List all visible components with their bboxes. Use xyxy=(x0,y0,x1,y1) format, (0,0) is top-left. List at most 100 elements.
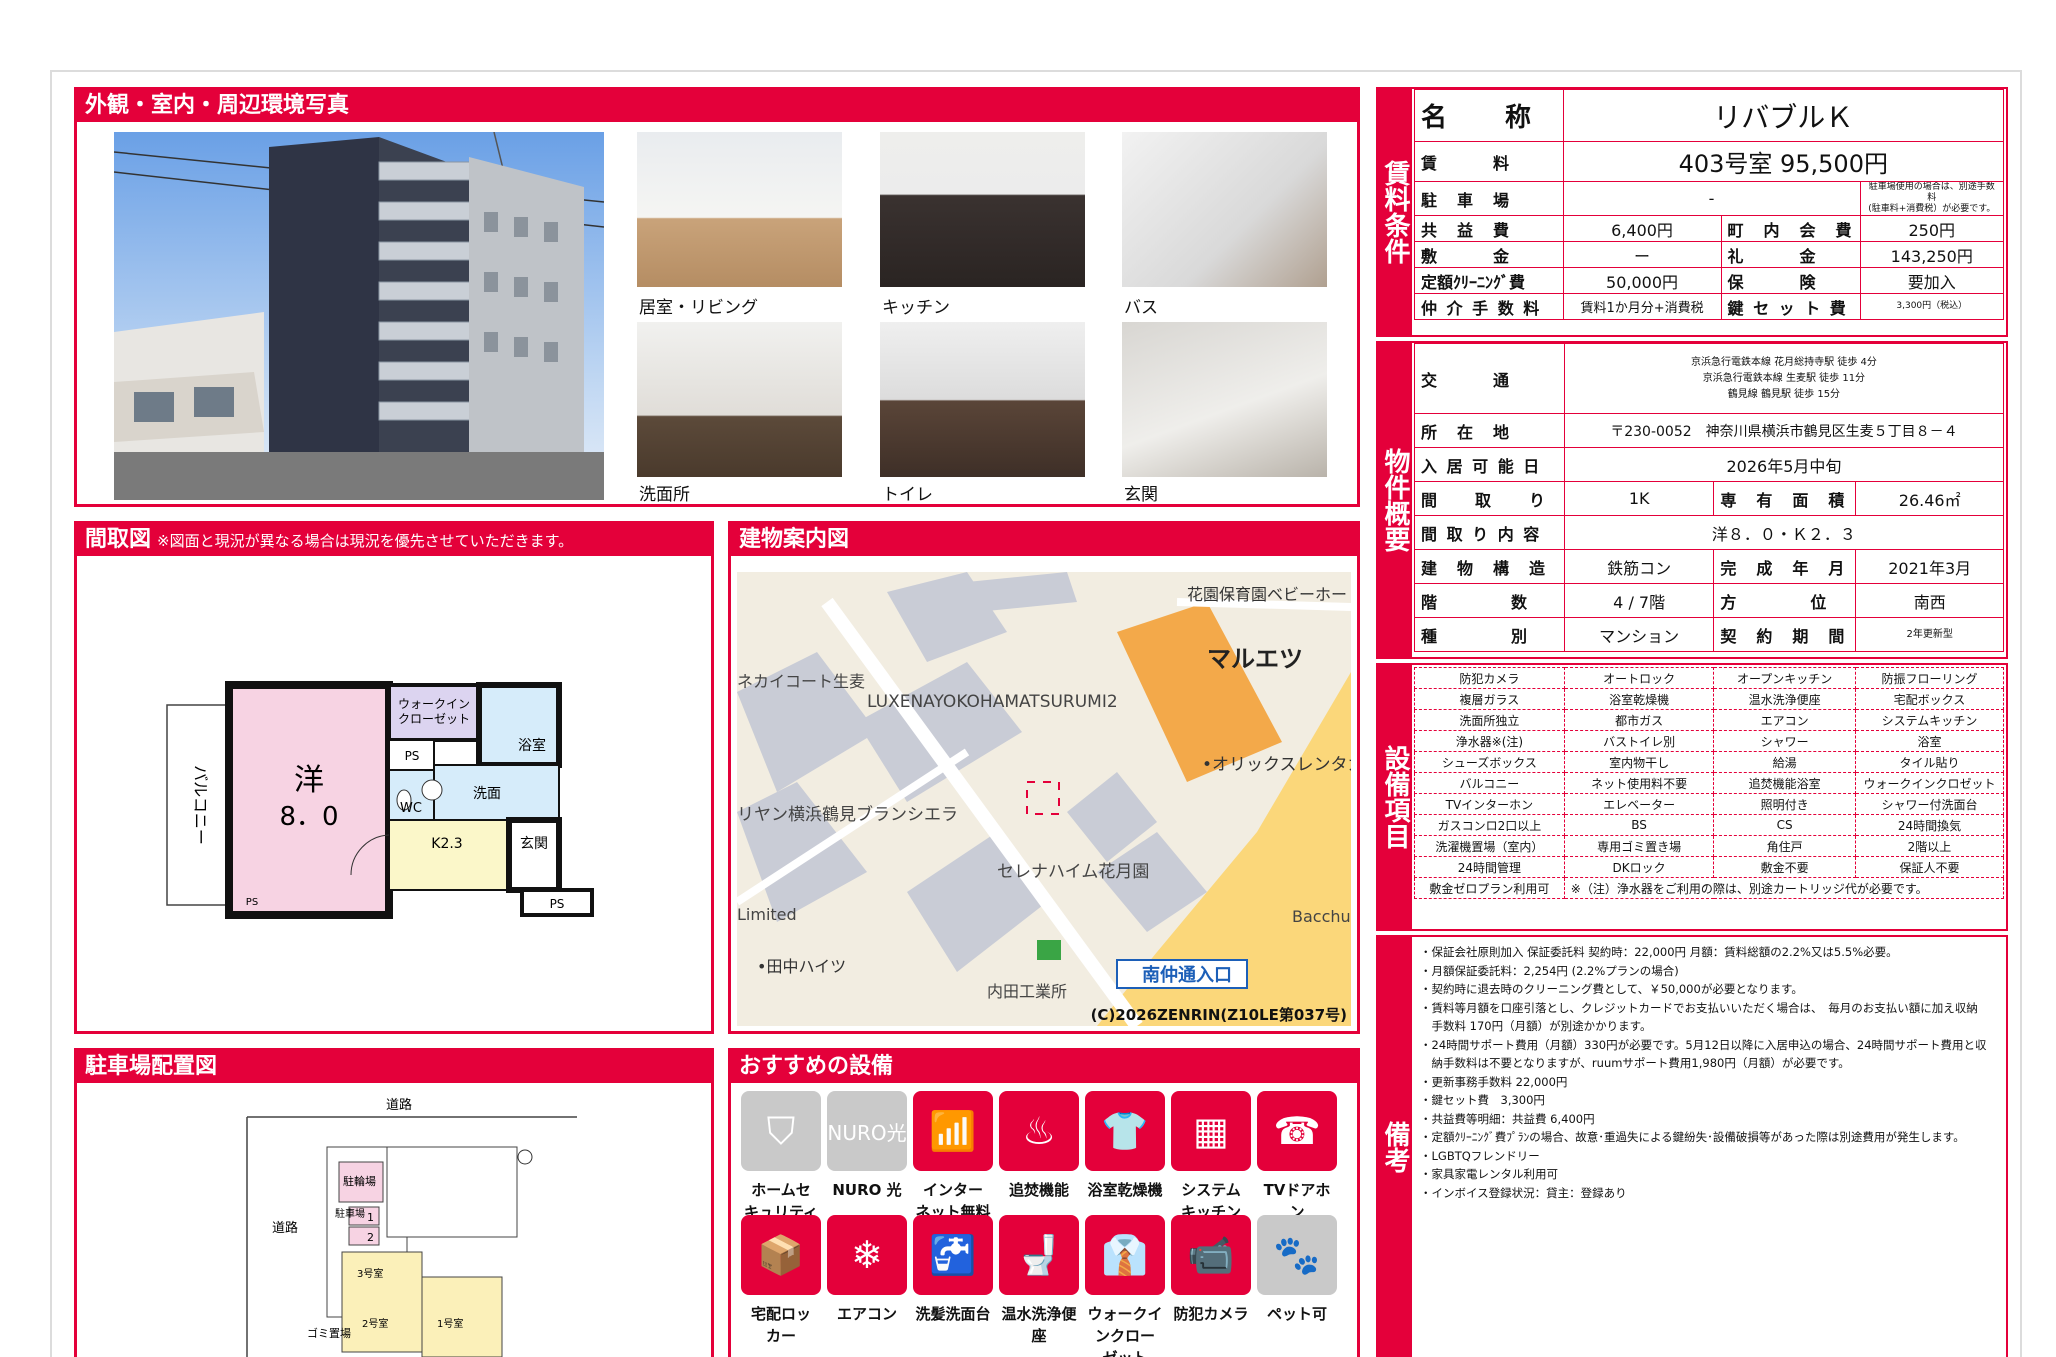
intercom-icon: ☎ xyxy=(1257,1091,1337,1171)
property-side-title: 物件概要 xyxy=(1378,343,1412,657)
equipment-cell: ネット使用料不要 xyxy=(1563,772,1715,794)
equipment-note: ※（注）浄水器をご利用の際は、別途カートリッジ代が必要です。 xyxy=(1563,877,2005,899)
equipment-cell: 2階以上 xyxy=(1855,835,2004,857)
equipment-cell: シャワー付洗面台 xyxy=(1855,793,2004,815)
fp-room: 洋 xyxy=(294,763,324,798)
equipment-cell: ウォークインクロゼット xyxy=(1855,772,2004,794)
photos-title: 外観・室内・周辺環境写真 xyxy=(77,90,1357,122)
recommended-item-label: NURO 光 xyxy=(832,1181,902,1199)
map-drawing: 花園保育園ベビーホー マルエツ ネカイコート生麦 LUXENAYOKOHAMAT… xyxy=(737,572,1351,1026)
key-money-value: 143,250円 xyxy=(1859,241,2005,268)
equipment-cell: 温水洗浄便座 xyxy=(1713,688,1856,710)
floor-label: 階 数 xyxy=(1414,583,1565,618)
town-fee-value: 250円 xyxy=(1859,215,2005,242)
direction-value: 南西 xyxy=(1855,583,2004,618)
parking-road-top: 道路 xyxy=(386,1097,412,1113)
building-illustration xyxy=(114,132,604,500)
photo-toilet[interactable] xyxy=(880,322,1085,477)
equipment-cell: システムキッチン xyxy=(1855,709,2004,731)
contract-value: 2年更新型 xyxy=(1855,617,2004,652)
equipment-panel: 設備項目 防犯カメラ オートロック オープンキッチン 防振フローリング 複層ガラス 浴室乾… xyxy=(1376,663,2008,931)
parking-room2: 2号室 xyxy=(362,1317,388,1330)
keyset-label: 鍵 セ ッ ト 費 xyxy=(1720,293,1861,320)
remark-line: ・月額保証委託料：2,254円 (2.2%プランの場合) xyxy=(1420,963,1679,978)
type-label: 種 別 xyxy=(1414,617,1565,652)
map-label-cat: ネカイコート生麦 xyxy=(737,672,865,691)
equipment-cell: バストイレ別 xyxy=(1563,730,1715,752)
equipment-cell: 防振フローリング xyxy=(1855,667,2004,689)
layout-detail-value: 洋８．０・Ｋ２．３ xyxy=(1563,515,2005,550)
fp-washroom: 洗面 xyxy=(473,786,501,802)
fp-closet: ウォークイン xyxy=(398,697,470,711)
photo-kitchen[interactable] xyxy=(880,132,1085,287)
kitchen-icon: ▦ xyxy=(1171,1091,1251,1171)
caption-living: 居室・リビング xyxy=(639,298,758,318)
equipment-cell: 室内物干し xyxy=(1563,751,1715,773)
recommended-item: 📶 インター ネット無料 xyxy=(913,1091,993,1223)
recommended-item-label: 追焚機能 xyxy=(1008,1181,1069,1199)
floorplan-drawing[interactable]: バルコニー 洋 8．0 ウォークイン クローゼット 浴室 PS WC 洗面 K2… xyxy=(77,560,711,1030)
insurance-label: 保 険 xyxy=(1720,267,1861,294)
type-value: マンション xyxy=(1563,617,1715,652)
town-fee-label: 町 内 会 費 xyxy=(1720,215,1861,242)
area-label: 専 有 面 積 xyxy=(1713,481,1857,516)
equipment-table: 防犯カメラ オートロック オープンキッチン 防振フローリング 複層ガラス 浴室乾燥機 温水洗… xyxy=(1414,667,2005,899)
equipment-row: 敷金ゼロプラン利用可 ※（注）浄水器をご利用の際は、別途カートリッジ代が必要です。 xyxy=(1414,877,2005,899)
insurance-value: 要加入 xyxy=(1859,267,2005,294)
equipment-row: 洗濯機置場（室内） 専用ゴミ置き場 角住戸 2階以上 xyxy=(1414,835,2004,857)
equipment-cell: 都市ガス xyxy=(1563,709,1715,731)
floor-value: 4 / 7階 xyxy=(1563,583,1715,618)
recommended-item-label: 防犯カメラ xyxy=(1173,1305,1249,1323)
building-photo[interactable] xyxy=(114,132,604,500)
recommended-item: ▦ システム キッチン xyxy=(1171,1091,1251,1223)
rent-side-title: 賃料条件 xyxy=(1378,89,1412,335)
recommended-item: 📹 防犯カメラ xyxy=(1171,1215,1251,1325)
parking-value: - xyxy=(1562,181,1861,216)
parking-garbage: ゴミ置場 xyxy=(307,1326,351,1340)
equipment-row: バルコニー ネット使用料不要 追焚機能浴室 ウォークインクロゼット xyxy=(1414,772,2004,794)
parking-room1: 1号室 xyxy=(437,1317,463,1330)
area-map[interactable]: 花園保育園ベビーホー マルエツ ネカイコート生麦 LUXENAYOKOHAMAT… xyxy=(737,572,1351,1026)
photo-living[interactable] xyxy=(637,132,842,287)
equipment-cell: 洗面所独立 xyxy=(1414,709,1565,731)
remark-line: ・鍵セット費 3,300円 xyxy=(1420,1093,1545,1107)
remark-line: ・契約時に退去時のクリーニング費として、￥50,000が必要となります。 xyxy=(1420,982,1803,996)
floorplan-note: ※図面と現況が異なる場合は現況を優先させていただきます。 xyxy=(157,532,574,550)
map-label-sereno: リヤン横浜鶴見ブランシエラ xyxy=(737,804,958,825)
cleaning-label: 定額ｸﾘｰﾆﾝｸﾞ費 xyxy=(1414,267,1564,294)
map-label-uchida: 内田工業所 xyxy=(987,982,1067,1001)
photo-bath[interactable] xyxy=(1122,132,1327,287)
equipment-cell: 角住戸 xyxy=(1713,835,1856,857)
equipment-row: ガスコンロ2口以上 BS CS 24時間換気 xyxy=(1414,814,2004,836)
remark-line: ・定額ｸﾘｰﾆﾝｸﾞ費ﾌﾟﾗﾝの場合、故意･重過失による鍵紛失･設備破損等があっ… xyxy=(1420,1130,1965,1144)
structure-value: 鉄筋コン xyxy=(1563,549,1715,584)
recommended-item-label: ペット可 xyxy=(1266,1305,1327,1323)
equipment-side-title: 設備項目 xyxy=(1378,665,1412,929)
property-table: 交 通 京浜急行電鉄本線 花月総持寺駅 徒歩 4分 京浜急行電鉄本線 生麦駅 徒… xyxy=(1414,343,2005,652)
remark-line: ・24時間サポート費用（月額）330円が必要です。5月12日以降に入居申込の場合… xyxy=(1420,1037,1987,1052)
recommended-item: 👕 浴室乾燥機 xyxy=(1085,1091,1165,1201)
parking-drawing[interactable]: 道路 道路 駐輪場 駐車場 1 2 3号室 2号室 1号室 ゴミ置場 xyxy=(77,1087,711,1357)
brokerage-label: 仲 介 手 数 料 xyxy=(1414,293,1564,320)
shield-icon: ⛉ xyxy=(741,1091,821,1171)
movein-value: 2026年5月中旬 xyxy=(1563,447,2005,482)
remark-line: ・共益費等明細：共益費 6,400円 xyxy=(1420,1111,1595,1126)
recommended-item: NURO光 NURO 光 xyxy=(827,1091,907,1201)
photo-washroom[interactable] xyxy=(637,322,842,477)
map-label-tanaka: •田中ハイツ xyxy=(757,957,846,976)
contract-label: 契 約 期 間 xyxy=(1713,617,1857,652)
map-label-nursery: 花園保育園ベビーホー xyxy=(1187,585,1347,604)
property-panel: 物件概要 交 通 京浜急行電鉄本線 花月総持寺駅 徒歩 4分 京浜急行電鉄本線 … xyxy=(1376,341,2008,659)
equipment-cell: エレベーター xyxy=(1563,793,1715,815)
remarks-panel: 備考 ・保証会社原則加入 保証委託料 契約時：22,000円 月額：賃料総額の2… xyxy=(1376,935,2008,1357)
equipment-cell: 保証人不要 xyxy=(1855,856,2004,878)
map-panel: 建物案内図 花園保育園ベビーホー マルエツ ネカイコート生麦 LUXENAYOK… xyxy=(728,521,1360,1034)
common-fee-label: 共 益 費 xyxy=(1414,215,1564,242)
photo-entrance[interactable] xyxy=(1122,322,1327,477)
paw-icon: 🐾 xyxy=(1257,1215,1337,1295)
recommended-item: 🚰 洗髪洗面台 xyxy=(913,1215,993,1325)
area-value: 26.46㎡ xyxy=(1855,481,2004,516)
equipment-cell: DKロック xyxy=(1563,856,1715,878)
equipment-cell: シャワー xyxy=(1713,730,1856,752)
rent-table: 名 称 リバブルＫ 賃 料 403号室 95,500円 駐 車 場 - 駐車場使… xyxy=(1414,89,2005,320)
